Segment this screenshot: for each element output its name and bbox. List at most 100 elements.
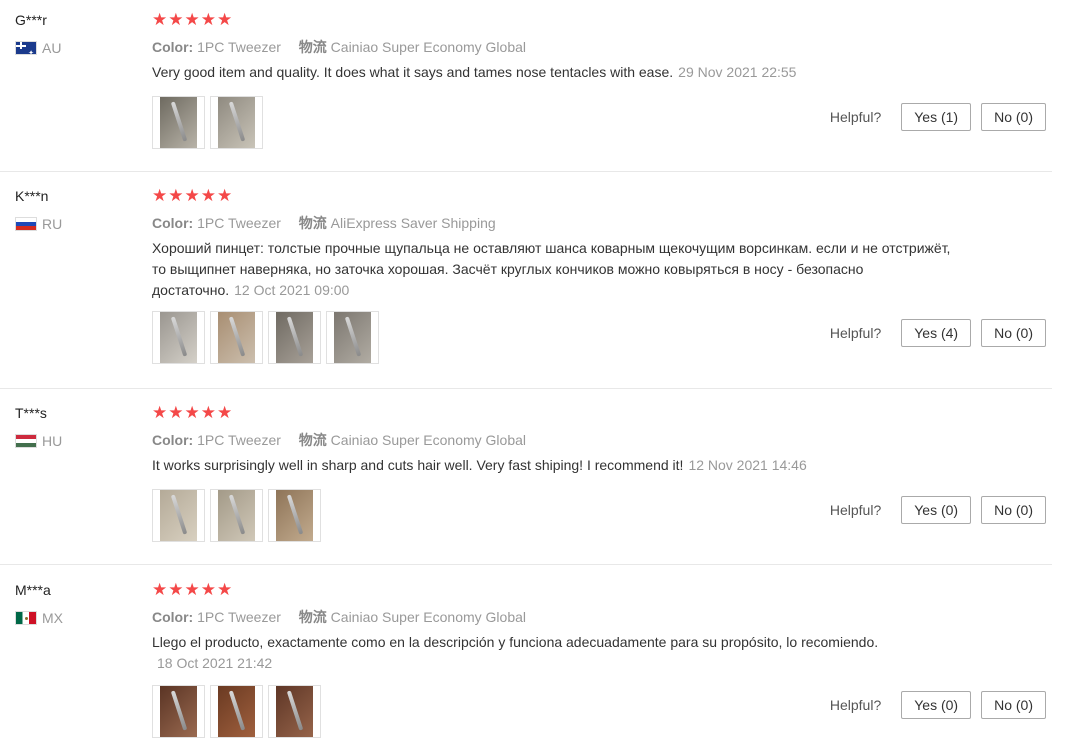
photo-thumbnail: [160, 312, 197, 363]
helpful-label: Helpful?: [829, 325, 882, 341]
helpful-no-button[interactable]: No (0): [981, 319, 1046, 347]
mx-flag-icon: [15, 611, 37, 625]
photo-thumbnail: [218, 686, 255, 737]
review-item: T***s HU ★ ★ ★ ★ ★ Color: 1PC Tweezer 物流…: [0, 393, 1052, 565]
ru-flag-icon: [15, 217, 37, 231]
star-icon: ★: [200, 10, 216, 29]
photo-thumbnail: [276, 312, 313, 363]
shipping-label: 物流: [298, 39, 327, 55]
review-text: Very good item and quality. It does what…: [152, 62, 952, 83]
color-value: 1PC Tweezer: [197, 39, 281, 55]
reviewer-country: HU: [15, 433, 62, 449]
star-icon: ★: [152, 186, 168, 205]
helpful-label: Helpful?: [829, 502, 882, 518]
shipping-value: Cainiao Super Economy Global: [330, 39, 527, 55]
photo-thumbnail: [276, 686, 313, 737]
reviewer-name: M***a: [15, 582, 51, 598]
helpful-vote: Helpful? Yes (0) No (0): [830, 691, 1046, 719]
review-photo[interactable]: [152, 96, 205, 149]
star-icon: ★: [168, 10, 184, 29]
review-photo[interactable]: [210, 685, 263, 738]
photo-thumbnail: [276, 490, 313, 541]
color-value: 1PC Tweezer: [197, 215, 281, 231]
photo-thumbnail: [160, 490, 197, 541]
star-rating: ★ ★ ★ ★ ★: [152, 580, 232, 600]
review-photo[interactable]: [152, 685, 205, 738]
review-photo[interactable]: [326, 311, 379, 364]
star-rating: ★ ★ ★ ★ ★: [152, 186, 232, 206]
star-icon: ★: [168, 186, 184, 205]
star-rating: ★ ★ ★ ★ ★: [152, 10, 232, 30]
helpful-no-button[interactable]: No (0): [981, 691, 1046, 719]
review-photo[interactable]: [152, 489, 205, 542]
star-icon: ★: [200, 580, 216, 599]
star-icon: ★: [152, 403, 168, 422]
review-item: K***n RU ★ ★ ★ ★ ★ Color: 1PC Tweezer 物流…: [0, 176, 1052, 389]
country-code: HU: [42, 433, 63, 449]
review-body: It works surprisingly well in sharp and …: [152, 457, 684, 473]
star-icon: ★: [152, 580, 168, 599]
shipping-label: 物流: [298, 609, 327, 625]
photo-thumbnail: [160, 97, 197, 148]
review-date: 12 Oct 2021 09:00: [234, 282, 350, 298]
helpful-vote: Helpful? Yes (1) No (0): [830, 103, 1046, 131]
star-icon: ★: [168, 403, 184, 422]
country-code: RU: [42, 216, 63, 232]
review-photo[interactable]: [210, 489, 263, 542]
au-flag-icon: [15, 41, 37, 55]
review-text: It works surprisingly well in sharp and …: [152, 455, 952, 476]
helpful-no-button[interactable]: No (0): [981, 103, 1046, 131]
star-rating: ★ ★ ★ ★ ★: [152, 403, 232, 423]
helpful-yes-button[interactable]: Yes (1): [901, 103, 972, 131]
star-icon: ★: [184, 10, 200, 29]
star-icon: ★: [200, 186, 216, 205]
shipping-value: Cainiao Super Economy Global: [330, 609, 527, 625]
review-photos: [152, 311, 379, 364]
helpful-vote: Helpful? Yes (4) No (0): [830, 319, 1046, 347]
review-date: 12 Nov 2021 14:46: [688, 457, 807, 473]
review-photo[interactable]: [210, 311, 263, 364]
color-value: 1PC Tweezer: [197, 609, 281, 625]
reviewer-country: AU: [15, 40, 61, 56]
star-icon: ★: [152, 10, 168, 29]
reviewer-name: G***r: [15, 12, 47, 28]
star-icon: ★: [200, 403, 216, 422]
helpful-label: Helpful?: [829, 109, 882, 125]
review-text: Llego el producto, exactamente como en l…: [152, 632, 952, 674]
color-label: Color:: [152, 215, 194, 231]
country-code: AU: [42, 40, 62, 56]
reviewer-name: K***n: [15, 188, 49, 204]
review-date: 29 Nov 2021 22:55: [678, 64, 797, 80]
reviewer-country: MX: [15, 610, 63, 626]
helpful-yes-button[interactable]: Yes (4): [901, 319, 972, 347]
helpful-yes-button[interactable]: Yes (0): [901, 691, 972, 719]
helpful-yes-button[interactable]: Yes (0): [901, 496, 972, 524]
review-text: Хороший пинцет: толстые прочные щупальца…: [152, 238, 952, 301]
color-label: Color:: [152, 432, 194, 448]
review-photo[interactable]: [210, 96, 263, 149]
helpful-no-button[interactable]: No (0): [981, 496, 1046, 524]
review-meta: Color: 1PC Tweezer 物流 AliExpress Saver S…: [152, 213, 496, 233]
photo-thumbnail: [218, 312, 255, 363]
shipping-label: 物流: [298, 215, 327, 231]
shipping-value: AliExpress Saver Shipping: [330, 215, 496, 231]
review-item: M***a MX ★ ★ ★ ★ ★ Color: 1PC Tweezer 物流…: [0, 570, 1052, 755]
review-body: Llego el producto, exactamente como en l…: [152, 634, 879, 650]
review-photo[interactable]: [152, 311, 205, 364]
review-meta: Color: 1PC Tweezer 物流 Cainiao Super Econ…: [152, 607, 526, 627]
review-photos: [152, 96, 263, 149]
review-photo[interactable]: [268, 685, 321, 738]
review-meta: Color: 1PC Tweezer 物流 Cainiao Super Econ…: [152, 37, 526, 57]
star-icon: ★: [217, 580, 233, 599]
photo-thumbnail: [334, 312, 371, 363]
star-icon: ★: [217, 10, 233, 29]
review-body: Very good item and quality. It does what…: [152, 64, 674, 80]
reviewer-name: T***s: [15, 405, 47, 421]
star-icon: ★: [184, 403, 200, 422]
review-photo[interactable]: [268, 489, 321, 542]
country-code: MX: [42, 610, 63, 626]
star-icon: ★: [168, 580, 184, 599]
star-icon: ★: [217, 186, 233, 205]
color-value: 1PC Tweezer: [197, 432, 281, 448]
review-photo[interactable]: [268, 311, 321, 364]
